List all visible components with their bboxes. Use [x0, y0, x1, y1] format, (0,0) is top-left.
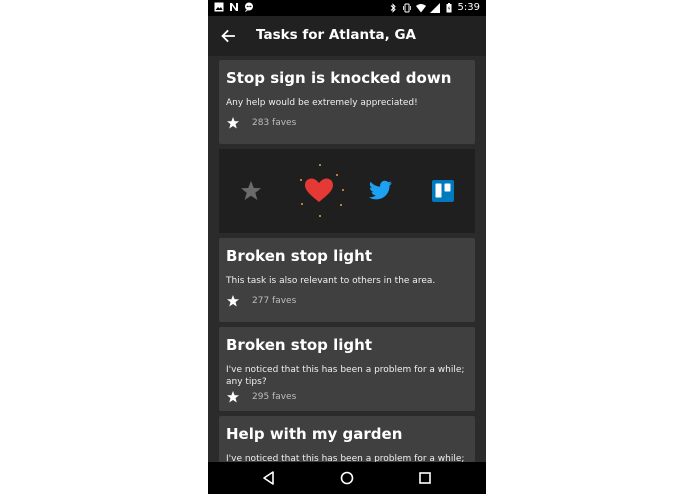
twitter-icon[interactable] — [368, 178, 394, 202]
navigation-bar — [208, 462, 486, 494]
heart-icon[interactable] — [289, 161, 349, 221]
task-card[interactable]: Stop sign is knocked down Any help would… — [219, 60, 475, 144]
faves-count: 283 faves — [252, 118, 297, 128]
task-card[interactable]: Help with my garden I've noticed that th… — [219, 416, 475, 462]
home-circle-icon[interactable] — [339, 470, 355, 486]
star-icon[interactable] — [226, 294, 240, 308]
faves-count: 295 faves — [252, 392, 297, 402]
task-title: Broken stop light — [226, 336, 373, 354]
task-description: I've noticed that this has been a proble… — [226, 454, 465, 462]
task-description: Any help would be extremely appreciated! — [226, 98, 418, 108]
task-description: I've noticed that this has been a proble… — [226, 365, 465, 387]
faves-count: 277 faves — [252, 296, 297, 306]
arrow-back-icon[interactable] — [218, 26, 238, 46]
share-panel — [219, 149, 475, 233]
task-title: Broken stop light — [226, 247, 373, 265]
app-bar: Tasks for Atlanta, GA — [208, 16, 486, 56]
status-right-icons: 5:39 — [388, 1, 480, 15]
wifi-icon — [415, 4, 426, 13]
task-card[interactable]: Broken stop light I've noticed that this… — [219, 327, 475, 411]
bluetooth-icon — [390, 3, 396, 13]
task-card[interactable]: Broken stop light This task is also rele… — [219, 238, 475, 322]
battery-icon — [446, 3, 452, 13]
star-icon[interactable] — [226, 390, 240, 404]
vibrate-icon — [402, 3, 411, 13]
image-icon — [214, 2, 224, 12]
status-left-icons — [214, 2, 254, 12]
chat-icon — [245, 2, 253, 12]
faves-row: 295 faves — [226, 390, 296, 404]
recents-square-icon[interactable] — [417, 470, 433, 486]
task-title: Help with my garden — [226, 425, 403, 443]
n-icon — [230, 3, 238, 11]
star-icon[interactable] — [226, 116, 240, 130]
page-title: Tasks for Atlanta, GA — [256, 27, 417, 43]
task-list[interactable]: Stop sign is knocked down Any help would… — [208, 56, 486, 462]
back-triangle-icon[interactable] — [261, 470, 277, 486]
phone-screen: 5:39 Tasks for Atlanta, GA Stop sign is … — [208, 0, 486, 494]
task-description: This task is also relevant to others in … — [226, 276, 436, 286]
star-icon[interactable] — [239, 179, 263, 203]
trello-icon[interactable] — [432, 180, 454, 202]
faves-row: 277 faves — [226, 294, 296, 308]
faves-row: 283 faves — [226, 116, 296, 130]
signal-icon — [429, 3, 440, 13]
status-bar: 5:39 — [208, 0, 486, 16]
task-title: Stop sign is knocked down — [226, 69, 452, 87]
status-time: 5:39 — [457, 2, 480, 13]
